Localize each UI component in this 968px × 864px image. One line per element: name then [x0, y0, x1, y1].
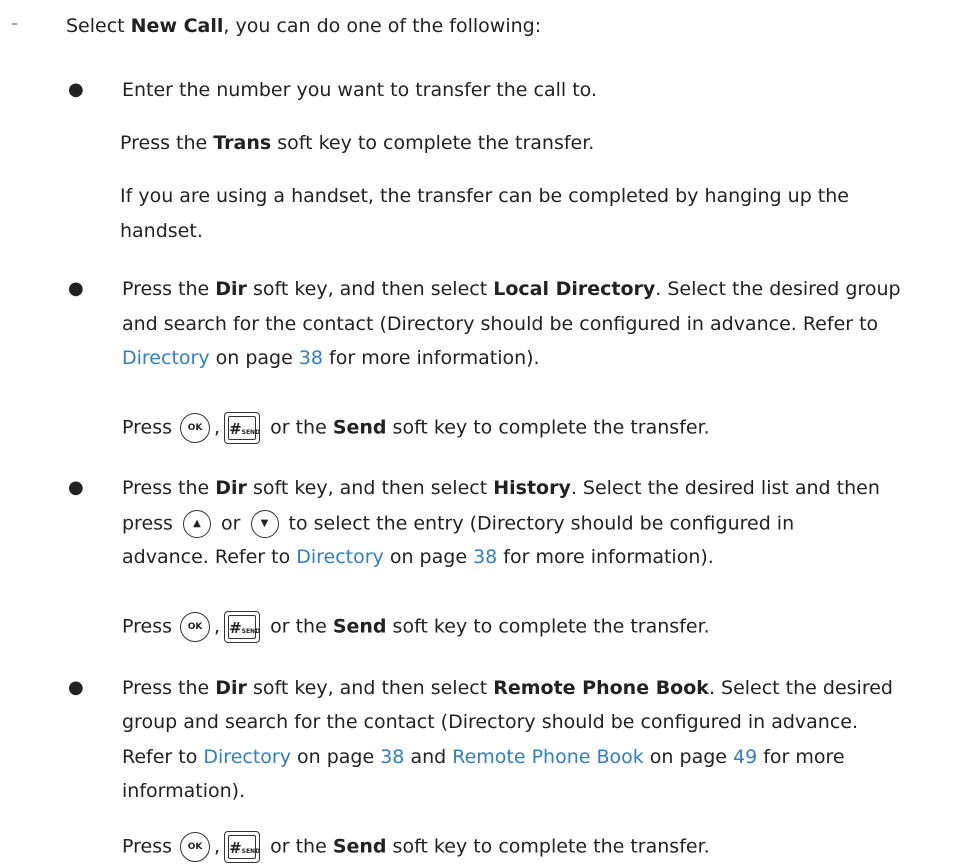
- history-label: History: [493, 477, 571, 499]
- press-line: Press OK, #SEND or the Send soft key to co…: [122, 611, 710, 643]
- local-directory-label: Local Directory: [493, 278, 656, 300]
- hash-send-key-icon: #SEND: [224, 831, 261, 863]
- text: Press: [122, 416, 173, 439]
- list-dash-marker: –: [11, 16, 18, 32]
- text: ,: [214, 835, 221, 858]
- b1-line2: Press the Trans soft key to complete the…: [120, 131, 594, 155]
- text: soft key to complete the transfer.: [386, 615, 710, 638]
- text: or the: [264, 615, 333, 638]
- bullet-icon: ●: [68, 677, 84, 698]
- up-key-icon: ▲: [182, 510, 211, 538]
- text: Press the: [122, 278, 216, 300]
- ok-key-icon: OK: [180, 413, 211, 443]
- text: on page: [383, 546, 474, 568]
- text: Press: [122, 835, 173, 858]
- text: to select the entry (Directory should be…: [282, 512, 795, 535]
- text: Refer to: [122, 746, 204, 768]
- text: and: [404, 746, 453, 768]
- text: . Select the desired group: [655, 278, 901, 300]
- text: on page: [643, 746, 734, 768]
- b2-line1: Press the Dir soft key, and then select …: [122, 277, 901, 301]
- b2-line2: and search for the contact (Directory sh…: [122, 313, 879, 335]
- intro-line: Select New Call, you can do one of the f…: [66, 14, 541, 38]
- text: for more information).: [323, 347, 540, 369]
- b1-line4: handset.: [120, 220, 203, 242]
- b3-line1: Press the Dir soft key, and then select …: [122, 476, 880, 500]
- ok-key-icon: OK: [180, 832, 211, 862]
- hash-send-key-icon: #SEND: [224, 611, 261, 643]
- text: . Select the desired list and then: [570, 477, 880, 499]
- page-49-link[interactable]: 49: [733, 746, 757, 768]
- text: . Select the desired: [708, 677, 893, 699]
- page-38-link[interactable]: 38: [380, 746, 404, 768]
- text: press: [122, 512, 179, 535]
- text: Press: [122, 615, 173, 638]
- bullet-icon: ●: [68, 278, 84, 299]
- remote-phone-book-label: Remote Phone Book: [493, 677, 709, 699]
- text: soft key to complete the transfer.: [386, 416, 710, 439]
- text: Press the: [120, 132, 214, 154]
- text: ,: [214, 416, 221, 439]
- text: soft key, and then select: [246, 677, 494, 699]
- dir-key-label: Dir: [215, 677, 247, 699]
- intro-text-end: , you can do one of the following:: [223, 15, 542, 37]
- text: on page: [290, 746, 381, 768]
- ok-key-icon: OK: [180, 612, 211, 642]
- text: or: [214, 512, 247, 535]
- bullet-icon: ●: [68, 79, 84, 100]
- text: for more: [757, 746, 845, 768]
- dir-key-label: Dir: [215, 477, 247, 499]
- b1-line3: If you are using a handset, the transfer…: [120, 185, 849, 207]
- b4-line3: Refer to Directory on page 38 and Remote…: [122, 745, 845, 769]
- remote-phone-book-link[interactable]: Remote Phone Book: [452, 746, 644, 768]
- page-38-link[interactable]: 38: [299, 347, 323, 369]
- down-key-icon: ▼: [250, 510, 279, 538]
- b4-line4: information).: [122, 780, 246, 802]
- text: ,: [214, 615, 221, 638]
- text: soft key, and then select: [246, 477, 494, 499]
- text: or the: [264, 835, 333, 858]
- page-38-link[interactable]: 38: [473, 546, 497, 568]
- hash-send-key-icon: #SEND: [224, 412, 261, 444]
- press-line: Press OK, #SEND or the Send soft key to co…: [122, 831, 710, 863]
- directory-link[interactable]: Directory: [296, 546, 384, 568]
- trans-key-label: Trans: [213, 132, 272, 154]
- directory-link[interactable]: Directory: [122, 347, 210, 369]
- b3-line3: advance. Refer to Directory on page 38 f…: [122, 545, 714, 569]
- b2-line3: Directory on page 38 for more informatio…: [122, 346, 540, 370]
- send-key-label: Send: [332, 416, 387, 439]
- text: soft key to complete the transfer.: [271, 132, 595, 154]
- new-call-label: New Call: [130, 15, 224, 37]
- text: Press the: [122, 677, 216, 699]
- text: advance. Refer to: [122, 546, 297, 568]
- b4-line1: Press the Dir soft key, and then select …: [122, 676, 893, 700]
- send-key-label: Send: [332, 615, 387, 638]
- bullet-icon: ●: [68, 477, 84, 498]
- b3-line2: press ▲ or ▼ to select the entry (Direct…: [122, 510, 794, 538]
- dir-key-label: Dir: [215, 278, 247, 300]
- text: soft key, and then select: [246, 278, 494, 300]
- intro-text: Select: [66, 15, 131, 37]
- text: or the: [264, 416, 333, 439]
- text: for more information).: [497, 546, 714, 568]
- send-key-label: Send: [332, 835, 387, 858]
- text: Press the: [122, 477, 216, 499]
- press-line: Press OK, #SEND or the Send soft key to co…: [122, 412, 710, 444]
- text: soft key to complete the transfer.: [386, 835, 710, 858]
- b1-line1: Enter the number you want to transfer th…: [122, 79, 597, 101]
- text: on page: [209, 347, 299, 369]
- b4-line2: group and search for the contact (Direct…: [122, 711, 859, 733]
- directory-link[interactable]: Directory: [203, 746, 291, 768]
